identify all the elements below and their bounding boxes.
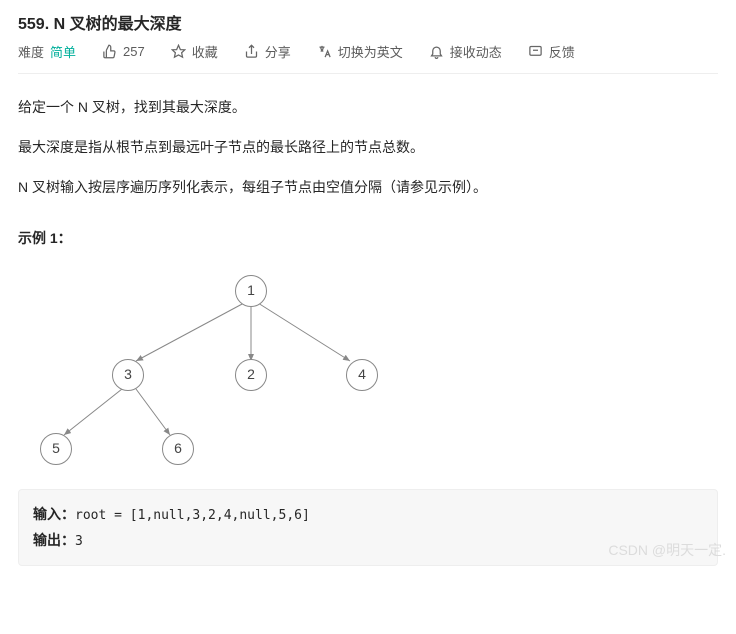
thumbs-up-icon: [102, 44, 117, 59]
output-line: 输出：3: [33, 528, 703, 553]
favorite-label: 收藏: [192, 42, 218, 61]
output-label: 输出：: [33, 532, 75, 548]
share-label: 分享: [265, 42, 291, 61]
switch-lang-label: 切换为英文: [338, 42, 403, 61]
tree-node-2: 2: [235, 359, 267, 391]
feedback-button[interactable]: 反馈: [528, 42, 575, 61]
difficulty: 难度 简单: [18, 42, 76, 61]
output-value: 3: [75, 534, 83, 549]
like-count: 257: [123, 44, 145, 59]
difficulty-value: 简单: [50, 42, 76, 61]
input-line: 输入：root = [1,null,3,2,4,null,5,6]: [33, 502, 703, 527]
tree-node-6: 6: [162, 433, 194, 465]
example-io: 输入：root = [1,null,3,2,4,null,5,6] 输出：3: [18, 489, 718, 566]
feedback-label: 反馈: [549, 42, 575, 61]
meta-row: 难度 简单 257 收藏 分享 切换为英文 接收动态 反馈: [18, 42, 718, 74]
tree-node-3: 3: [112, 359, 144, 391]
desc-p1: 给定一个 N 叉树，找到其最大深度。: [18, 96, 718, 120]
desc-p2: 最大深度是指从根节点到最远叶子节点的最长路径上的节点总数。: [18, 136, 718, 160]
notify-label: 接收动态: [450, 42, 502, 61]
tree-node-5: 5: [40, 433, 72, 465]
bell-icon: [429, 44, 444, 59]
input-label: 输入：: [33, 506, 75, 522]
desc-p3: N 叉树输入按层序遍历序列化表示，每组子节点由空值分隔（请参见示例）。: [18, 176, 718, 200]
tree-node-4: 4: [346, 359, 378, 391]
input-code: root = [1,null,3,2,4,null,5,6]: [75, 508, 310, 523]
example-heading: 示例 1：: [18, 227, 718, 251]
description: 给定一个 N 叉树，找到其最大深度。 最大深度是指从根节点到最远叶子节点的最长路…: [18, 74, 718, 566]
difficulty-label: 难度: [18, 42, 44, 61]
tree-node-1: 1: [235, 275, 267, 307]
share-icon: [244, 44, 259, 59]
page-title: 559. N 叉树的最大深度: [18, 0, 718, 42]
notify-button[interactable]: 接收动态: [429, 42, 502, 61]
message-icon: [528, 44, 543, 59]
translate-icon: [317, 44, 332, 59]
tree-diagram: 1 3 2 4 5 6: [18, 269, 398, 469]
share-button[interactable]: 分享: [244, 42, 291, 61]
favorite-button[interactable]: 收藏: [171, 42, 218, 61]
switch-lang-button[interactable]: 切换为英文: [317, 42, 403, 61]
star-icon: [171, 44, 186, 59]
like-button[interactable]: 257: [102, 44, 145, 59]
